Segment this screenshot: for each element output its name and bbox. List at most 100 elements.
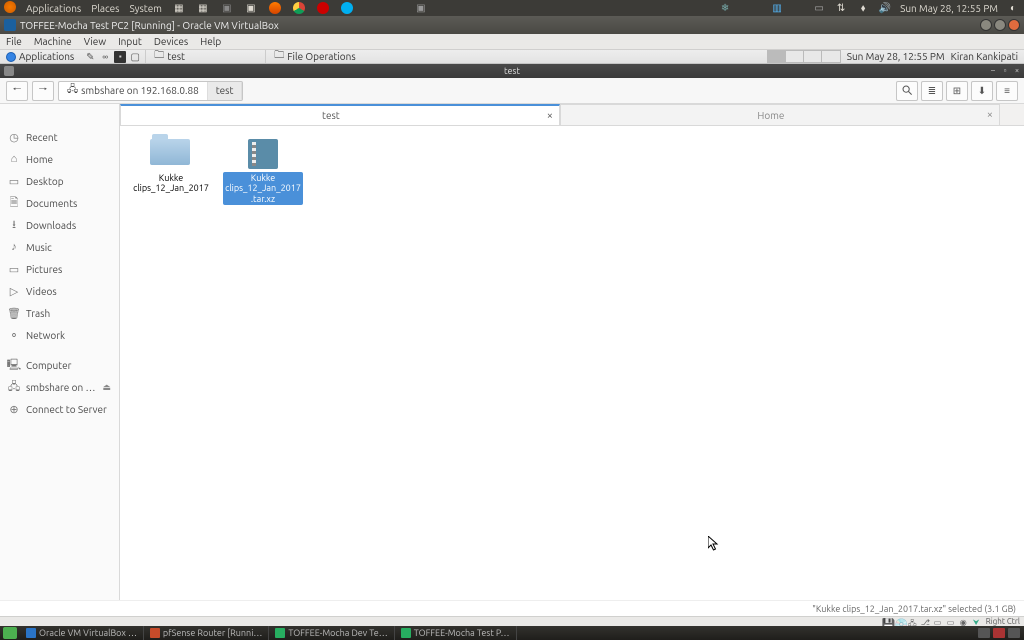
minimize-icon[interactable]: – (988, 66, 998, 76)
taskbar-item-fileops[interactable]: 🗀 File Operations (265, 50, 765, 63)
opera-icon[interactable] (316, 1, 330, 15)
taskbar-item[interactable]: pfSense Router [Runni… (144, 626, 269, 640)
vm-record-icon[interactable]: ◉ (960, 618, 970, 626)
vm-shared-icon[interactable]: ▭ (934, 618, 944, 626)
path-seg-share[interactable]: 🖧 smbshare on 192.168.0.88 (59, 82, 208, 100)
sidebar-item-trash[interactable]: 🗑Trash (0, 302, 119, 324)
terminal-icon[interactable]: ▪ (114, 51, 126, 63)
vm-menu-input[interactable]: Input (118, 36, 142, 47)
host-menu-applications[interactable]: Applications (26, 3, 81, 14)
vm-menu-file[interactable]: File (6, 36, 22, 47)
sidebar-item-computer[interactable]: 🖳Computer (0, 354, 119, 376)
eject-icon[interactable]: ⏏ (102, 382, 111, 393)
sidebar-item-home[interactable]: ⌂Home (0, 148, 119, 170)
sidebar-item-videos[interactable]: ▷Videos (0, 280, 119, 302)
vm-optical-icon[interactable]: 💿 (895, 618, 905, 626)
sidebar-item-pictures[interactable]: ▭Pictures (0, 258, 119, 280)
vm-disk-icon[interactable]: 💾 (882, 618, 892, 626)
pencil-icon[interactable]: ✎ (84, 51, 96, 63)
tray-network-icon[interactable]: ⇅ (834, 1, 848, 15)
taskbar-item-test[interactable]: 🗀 test (145, 50, 265, 63)
guest-applications-label: Applications (19, 51, 74, 62)
vbox-icon (26, 628, 36, 638)
sidebar-item-music[interactable]: ♪Music (0, 236, 119, 258)
maximize-icon[interactable]: ▫ (1000, 66, 1010, 76)
folder-icon: 🗀 (274, 48, 284, 65)
ubuntu-icon[interactable] (4, 1, 16, 15)
file-item-folder[interactable]: Kukke clips_12_Jan_2017 (128, 136, 214, 208)
tray-icon[interactable] (1008, 628, 1020, 638)
grid-view-button[interactable]: ⊞ (946, 81, 968, 101)
connect-server-icon: ⊕ (8, 403, 20, 415)
firefox-icon[interactable] (268, 1, 282, 15)
skype-icon[interactable] (340, 1, 354, 15)
sidebar-item-documents[interactable]: 🗎Documents (0, 192, 119, 214)
close-button[interactable] (1008, 19, 1020, 31)
tray-icon[interactable] (993, 628, 1005, 638)
app-launcher-icon[interactable]: ▦ (172, 1, 186, 15)
tray-monitor-icon[interactable]: ▥ (770, 1, 784, 15)
list-view-button[interactable]: ≣ (921, 81, 943, 101)
files-icon[interactable]: ▣ (244, 1, 258, 15)
terminal-icon[interactable]: ▣ (220, 1, 234, 15)
window-icon[interactable]: ▢ (129, 51, 141, 63)
vm-menu-help[interactable]: Help (200, 36, 221, 47)
host-menu-places[interactable]: Places (91, 3, 119, 14)
minimize-button[interactable] (980, 19, 992, 31)
sidebar-item-connect-server[interactable]: ⊕Connect to Server (0, 398, 119, 420)
file-view[interactable]: Kukke clips_12_Jan_2017 Kukke clips_12_J… (120, 126, 1024, 600)
guest-user[interactable]: Kiran Kankipati (951, 51, 1018, 62)
vm-hostkey-label: Right Ctrl (986, 617, 1020, 626)
taskbar-item[interactable]: TOFFEE-Mocha Test P… (395, 626, 517, 640)
vm-menu-devices[interactable]: Devices (154, 36, 188, 47)
tray-power-icon[interactable]: ◐ (1006, 1, 1020, 15)
sidebar-item-smbshare[interactable]: 🖧smbshare on …⏏ (0, 376, 119, 398)
link-icon[interactable]: ∞ (99, 51, 111, 63)
nautilus-sidebar: ◷Recent ⌂Home ▭Desktop 🗎Documents ⭳Downl… (0, 104, 120, 600)
path-seg-current[interactable]: test (208, 82, 243, 100)
sidebar-item-network[interactable]: ⚬Network (0, 324, 119, 346)
vm-mouse-icon[interactable]: ⮟ (973, 618, 983, 626)
vm-net-icon[interactable]: 🖧 (908, 618, 918, 626)
host-bottom-panel: Oracle VM VirtualBox … pfSense Router [R… (0, 626, 1024, 640)
vm-menu-view[interactable]: View (84, 36, 106, 47)
back-button[interactable]: 🠐 (6, 81, 28, 101)
sidebar-item-desktop[interactable]: ▭Desktop (0, 170, 119, 192)
tray-icon[interactable] (978, 628, 990, 638)
vm-menu-machine[interactable]: Machine (34, 36, 72, 47)
tab-test[interactable]: test × (120, 104, 560, 125)
app-launcher-icon[interactable]: ▦ (196, 1, 210, 15)
guest-clock[interactable]: Sun May 28, 12:55 PM (847, 51, 945, 62)
tab-home[interactable]: Home × (560, 104, 1000, 125)
host-menu-system[interactable]: System (130, 3, 162, 14)
show-desktop-button[interactable] (3, 627, 17, 639)
terminal-app-icon[interactable]: ▣ (414, 1, 428, 15)
network-icon: ⚬ (8, 329, 20, 341)
forward-button[interactable]: 🠒 (32, 81, 54, 101)
tray-volume-icon[interactable]: 🔊 (878, 1, 892, 15)
sidebar-item-downloads[interactable]: ⭳Downloads (0, 214, 119, 236)
tray-bluetooth-icon[interactable]: ⬧ (856, 1, 870, 15)
chrome-icon[interactable] (292, 1, 306, 15)
tab-close-icon[interactable]: × (981, 109, 999, 121)
tray-screenshot-icon[interactable]: ▭ (812, 1, 826, 15)
vm-icon (150, 628, 160, 638)
taskbar-item[interactable]: Oracle VM VirtualBox … (20, 626, 144, 640)
tab-close-icon[interactable]: × (541, 110, 559, 122)
vm-usb-icon[interactable]: ⎇ (921, 618, 931, 626)
maximize-button[interactable] (994, 19, 1006, 31)
view-options-button[interactable]: ⬇ (971, 81, 993, 101)
taskbar-item[interactable]: TOFFEE-Mocha Dev Te… (269, 626, 394, 640)
path-bar: 🖧 smbshare on 192.168.0.88 test (58, 81, 243, 101)
host-clock[interactable]: Sun May 28, 12:55 PM (900, 3, 998, 14)
tray-weather-icon[interactable]: ❄ (718, 1, 732, 15)
search-button[interactable] (896, 81, 918, 101)
vm-display-icon[interactable]: ▭ (947, 618, 957, 626)
file-item-archive[interactable]: Kukke clips_12_Jan_2017.tar.xz (220, 136, 306, 208)
hamburger-menu-button[interactable]: ≡ (996, 81, 1018, 101)
close-icon[interactable]: × (1012, 66, 1022, 76)
desktop-icon: ▭ (8, 175, 20, 187)
guest-applications-button[interactable]: Applications (0, 50, 80, 63)
workspace-pager[interactable] (767, 50, 841, 63)
sidebar-item-recent[interactable]: ◷Recent (0, 126, 119, 148)
